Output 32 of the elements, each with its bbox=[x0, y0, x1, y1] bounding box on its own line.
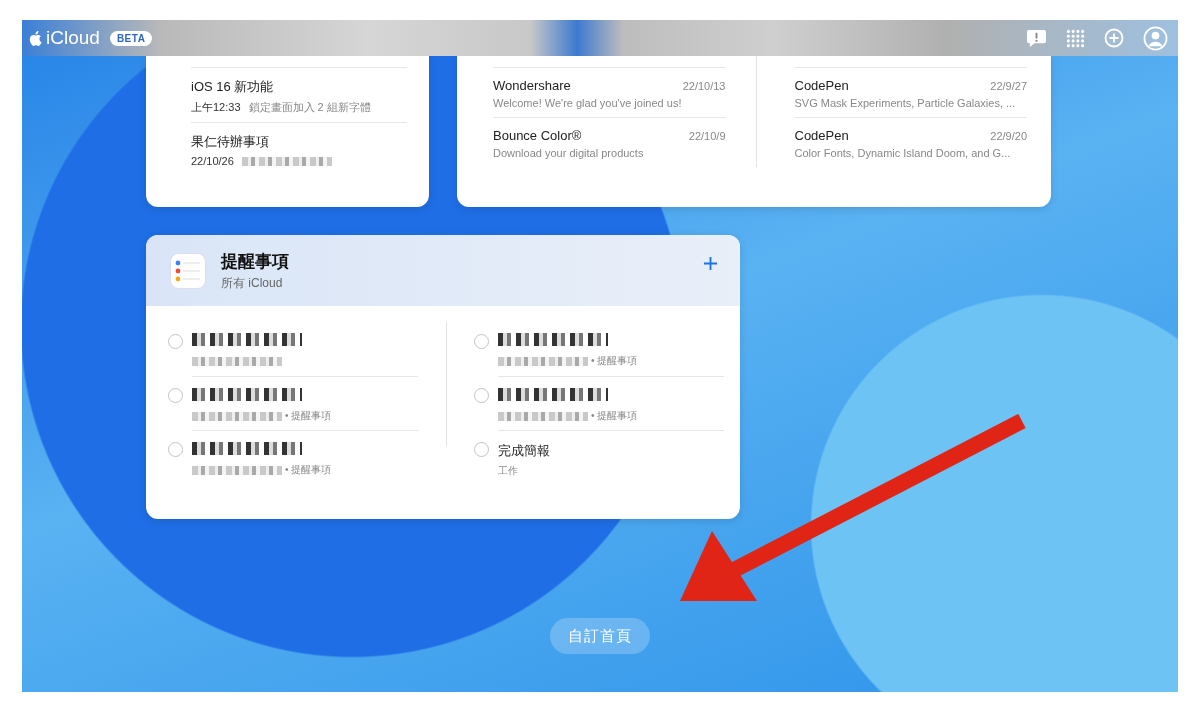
reminders-list-icon bbox=[170, 252, 206, 289]
add-icon[interactable] bbox=[703, 256, 718, 271]
mail-preview: Color Fonts, Dynamic Island Doom, and G... bbox=[794, 147, 1012, 159]
mail-preview: Welcome! We're glad you've joined us! bbox=[493, 97, 683, 109]
note-date: 上午12:33 bbox=[191, 100, 241, 115]
mail-preview: Download your digital products bbox=[493, 147, 645, 159]
mail-date: 22/9/20 bbox=[990, 130, 1027, 142]
reminder-list-name: • 提醒事項 bbox=[591, 354, 638, 368]
reminder-list-name: • 提醒事項 bbox=[285, 409, 332, 423]
reminder-list-name: • 提醒事項 bbox=[285, 463, 332, 477]
reminder-title: 完成簡報 bbox=[498, 442, 550, 460]
note-title[interactable]: iOS 16 新功能 bbox=[191, 78, 407, 96]
feedback-icon[interactable] bbox=[1026, 28, 1047, 48]
mail-date: 22/9/27 bbox=[990, 80, 1027, 92]
app-grid-icon[interactable] bbox=[1066, 28, 1085, 48]
account-icon[interactable] bbox=[1143, 25, 1168, 51]
mail-sender[interactable]: Bounce Color® bbox=[493, 128, 582, 143]
apple-logo-icon bbox=[28, 29, 42, 47]
mail-sender[interactable]: CodePen bbox=[794, 128, 849, 143]
mail-date: 22/10/13 bbox=[682, 80, 726, 92]
beta-badge: BETA bbox=[109, 30, 153, 46]
mail-sender[interactable]: CodePen bbox=[794, 78, 849, 93]
note-preview: 鎖定畫面加入 2 組新字體 bbox=[248, 100, 371, 115]
reminder-list-name: • 提醒事項 bbox=[591, 409, 638, 423]
reminder-list-name: 工作 bbox=[498, 464, 518, 478]
note-date: 22/10/26 bbox=[191, 155, 234, 167]
reminders-subtitle: 所有 iCloud bbox=[221, 274, 284, 292]
mail-preview: SVG Mask Experiments, Particle Galaxies, ... bbox=[794, 97, 1017, 109]
mail-sender[interactable]: Wondershare bbox=[493, 78, 571, 93]
note-title[interactable]: 果仁待辦事項 bbox=[191, 133, 407, 151]
reminders-title: 提醒事項 bbox=[221, 250, 290, 273]
mail-date: 22/10/9 bbox=[688, 130, 726, 142]
